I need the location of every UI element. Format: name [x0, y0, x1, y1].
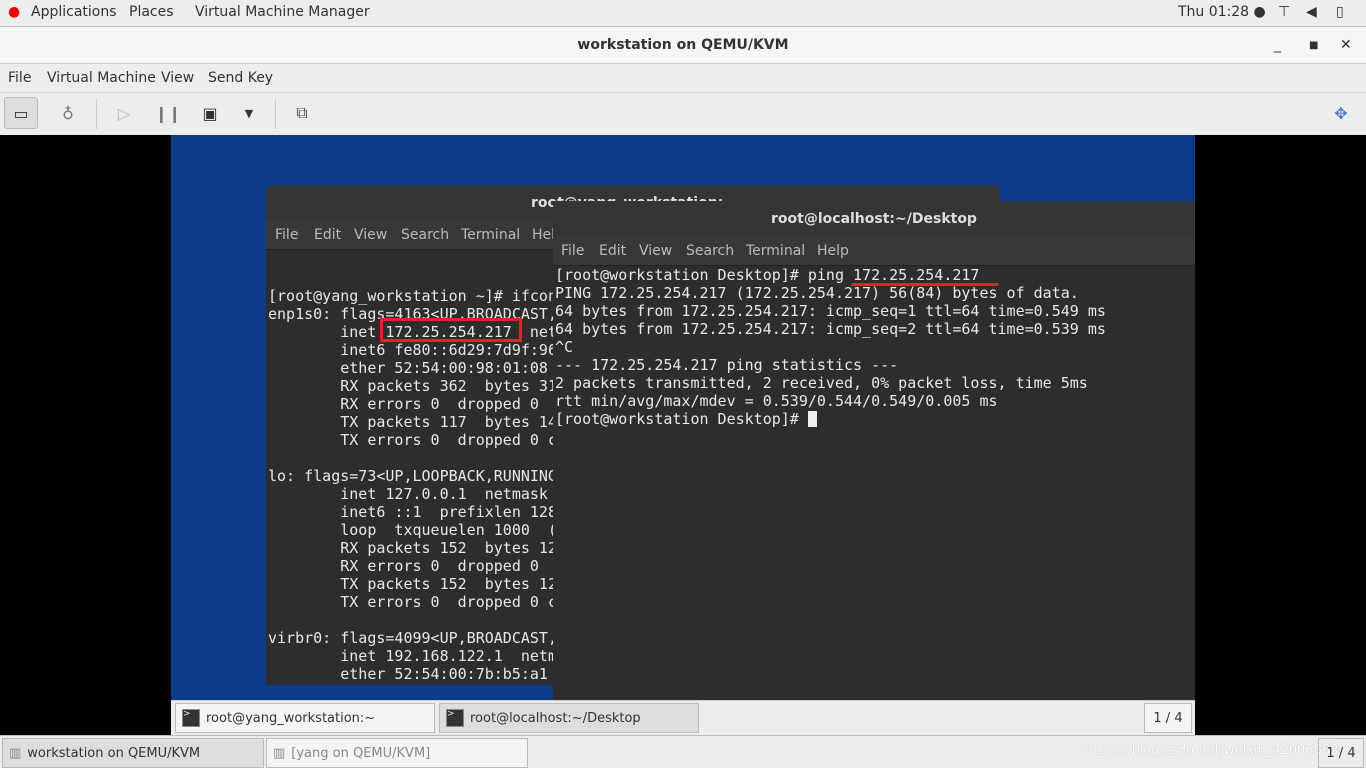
watermark: https://blog.csdn.net/weixin_42006882 — [1085, 743, 1339, 758]
ip-underline — [851, 283, 999, 286]
task-label: [yang on QEMU/KVM] — [291, 745, 431, 761]
terminal-icon: > — [182, 709, 200, 727]
menu-bar: File Virtual Machine View Send Key — [0, 64, 1366, 93]
pause-icon[interactable]: ❙❙ — [151, 97, 185, 129]
workspace-switcher[interactable]: 1 / 4 — [1144, 703, 1192, 733]
terminal-line: --- 172.25.254.217 ping statistics --- — [555, 356, 899, 374]
monitor-icon[interactable]: ▭ — [4, 97, 38, 129]
task-label: root@localhost:~/Desktop — [470, 710, 641, 726]
host-taskbar: ▥ workstation on QEMU/KVM ▥ [yang on QEMU/… — [0, 735, 1366, 768]
task-label: workstation on QEMU/KVM — [27, 745, 201, 761]
toolbar: ▭ ♁ ▷ ❙❙ ▣ ▼ ⧉ ✥ — [0, 93, 1366, 135]
menu-terminal[interactable]: Terminal — [746, 243, 805, 259]
power-icon[interactable]: ▣ — [193, 97, 227, 129]
menu-terminal[interactable]: Terminal — [461, 227, 520, 243]
dropdown-icon[interactable]: ▼ — [232, 97, 266, 129]
cursor — [807, 411, 817, 427]
task-back-terminal[interactable]: > root@yang_workstation:~ — [175, 703, 435, 733]
vm-icon: ▥ — [9, 745, 22, 761]
screenshot-icon[interactable]: ⧉ — [285, 97, 319, 129]
menu-virtual-machine[interactable]: Virtual Machine — [47, 70, 156, 86]
places-menu[interactable]: Places — [129, 4, 174, 20]
terminal-line: [root@workstation Desktop]# — [555, 410, 1195, 428]
maximize-button[interactable]: ■ — [1309, 27, 1318, 64]
workspace-switcher[interactable]: 1 / 4 — [1318, 738, 1364, 768]
task-label: root@yang_workstation:~ — [206, 710, 376, 726]
window-title: workstation on QEMU/KVM — [577, 37, 789, 53]
clock[interactable]: Thu 01:28 ● — [1178, 4, 1266, 20]
vm-icon: ▥ — [273, 745, 286, 761]
ip-highlight-box — [380, 318, 522, 342]
menu-view[interactable]: View — [639, 243, 672, 259]
terminal-line: 2 packets transmitted, 2 received, 0% pa… — [555, 374, 1088, 392]
menu-view[interactable]: View — [354, 227, 387, 243]
app-menu[interactable]: Virtual Machine Manager — [195, 4, 370, 20]
volume-muted-icon[interactable]: ◀ — [1306, 4, 1317, 20]
menu-edit[interactable]: Edit — [314, 227, 341, 243]
redhat-logo-icon: ● — [8, 4, 21, 20]
task-yang-vm[interactable]: ▥ [yang on QEMU/KVM] — [266, 738, 528, 768]
window-titlebar: workstation on QEMU/KVM _ ■ ✕ — [0, 27, 1366, 64]
terminal-icon: > — [446, 709, 464, 727]
top-panel: ● Applications Places Virtual Machine Ma… — [0, 0, 1366, 27]
battery-icon[interactable]: ▯ — [1336, 4, 1344, 20]
terminal-line: rtt min/avg/max/mdev = 0.539/0.544/0.549… — [555, 392, 998, 410]
menu-edit[interactable]: Edit — [599, 243, 626, 259]
lightbulb-icon[interactable]: ♁ — [51, 97, 85, 129]
menu-search[interactable]: Search — [401, 227, 449, 243]
vm-display[interactable]: root@yang_workstation:~ File Edit View S… — [171, 135, 1195, 735]
terminal-output[interactable]: [root@workstation Desktop]# ping 172.25.… — [553, 266, 1195, 428]
terminal-menu: File Edit View Search Terminal Help — [553, 237, 1195, 266]
menu-send-key[interactable]: Send Key — [208, 70, 273, 86]
task-workstation-vm[interactable]: ▥ workstation on QEMU/KVM — [2, 738, 264, 768]
menu-search[interactable]: Search — [686, 243, 734, 259]
close-button[interactable]: ✕ — [1340, 27, 1352, 64]
fullscreen-icon[interactable]: ✥ — [1324, 97, 1358, 129]
terminal-line: [root@workstation Desktop]# ping 172.25.… — [555, 266, 980, 284]
terminal-line: ^C — [555, 338, 574, 356]
menu-file[interactable]: File — [561, 243, 584, 259]
task-front-terminal[interactable]: > root@localhost:~/Desktop — [439, 703, 699, 733]
guest-taskbar: > root@yang_workstation:~ > root@localhost… — [171, 700, 1195, 735]
menu-view[interactable]: View — [161, 70, 194, 86]
menu-help[interactable]: Help — [817, 243, 849, 259]
terminal-line: 64 bytes from 172.25.254.217: icmp_seq=2… — [555, 320, 1106, 338]
terminal-window-front[interactable]: root@localhost:~/Desktop File Edit View … — [553, 201, 1195, 701]
terminal-title: root@localhost:~/Desktop — [553, 201, 1195, 237]
menu-file[interactable]: File — [8, 70, 31, 86]
applications-menu[interactable]: Applications — [31, 4, 117, 20]
network-icon[interactable]: ⊤ — [1278, 4, 1290, 20]
terminal-line: 64 bytes from 172.25.254.217: icmp_seq=1… — [555, 302, 1106, 320]
play-icon[interactable]: ▷ — [107, 97, 141, 129]
terminal-line: PING 172.25.254.217 (172.25.254.217) 56(… — [555, 284, 1079, 302]
minimize-button[interactable]: _ — [1274, 27, 1281, 64]
menu-file[interactable]: File — [275, 227, 298, 243]
